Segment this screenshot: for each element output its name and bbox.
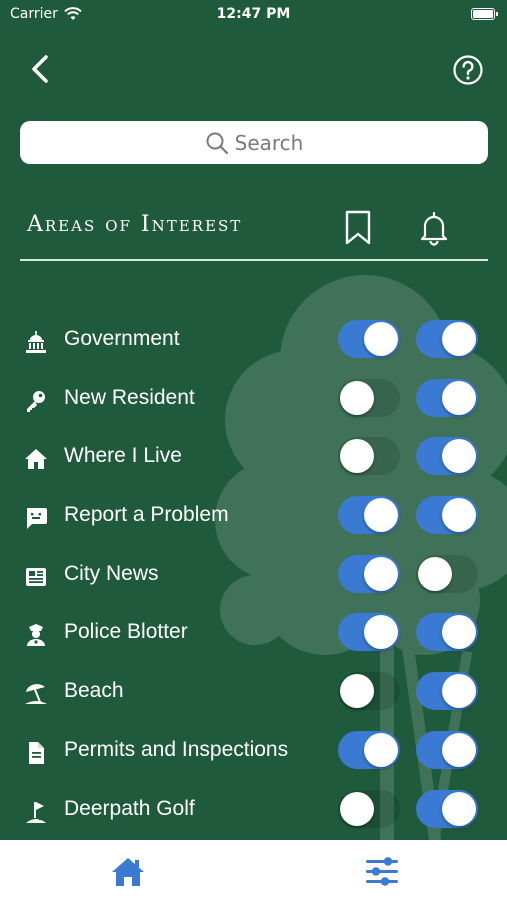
list-item-police-blotter: Police Blotter [0,604,507,663]
government-building-icon [26,331,46,353]
notify-toggle-beach[interactable] [416,672,478,711]
toggle-knob [442,380,476,415]
bookmark-toggle-where-i-live[interactable] [338,437,400,476]
list-item-report-a-problem: Report a Problem [0,487,507,546]
bookmark-toggle-city-news[interactable] [338,554,400,593]
toggle-knob [442,498,476,533]
chevron-left-icon [32,55,48,83]
toggle-knob [418,556,452,591]
toggle-knob [340,791,374,826]
toggle-knob [442,439,476,474]
list-item-city-news: City News [0,546,507,605]
document-icon [29,741,44,764]
notify-toggle-police-blotter[interactable] [416,613,478,652]
notify-toggle-city-news[interactable] [416,554,478,593]
notify-toggle-report-a-problem[interactable] [416,496,478,535]
home-icon [112,858,144,886]
status-time: 12:47 PM [216,6,291,22]
list-item-label: City News [64,561,159,585]
toggle-knob [340,380,374,415]
battery-icon [471,8,498,20]
bookmark-toggle-government[interactable] [338,320,400,358]
list-item-permits-and-inspections: Permits and Inspections [0,722,507,781]
section-divider [20,259,488,261]
list-item-government: Government [0,311,507,370]
house-icon [25,449,47,470]
bookmark-toggle-police-blotter[interactable] [338,613,400,652]
toggle-knob [364,732,398,767]
screen: Carrier 12:47 PM Search Areas of Interes… [0,0,507,900]
chat-alert-icon [27,508,47,530]
bookmark-toggle-beach[interactable] [338,672,400,711]
interests-list: Government New Resident Where I Live Rep… [0,311,507,839]
bell-icon [420,211,448,246]
help-button[interactable] [452,54,484,86]
bookmark-toggle-permits-and-inspections[interactable] [338,730,400,769]
list-item-label: Where I Live [64,444,182,468]
notify-toggle-deerpath-golf[interactable] [416,789,478,828]
list-item-beach: Beach [0,663,507,722]
list-item-label: Government [64,327,180,350]
bookmark-column-header [345,210,371,246]
back-button[interactable] [26,52,56,86]
search-input[interactable]: Search [20,121,488,164]
list-item-label: Police Blotter [64,620,188,644]
toggle-knob [364,498,398,533]
search-icon [206,132,228,155]
list-item-label: Deerpath Golf [64,796,195,820]
toggle-knob [340,439,374,474]
police-officer-icon [27,624,45,647]
list-item-label: New Resident [64,385,195,409]
toggle-knob [442,791,476,826]
bookmark-toggle-deerpath-golf[interactable] [338,789,400,828]
list-item-label: Beach [64,679,124,703]
notify-toggle-government[interactable] [416,320,478,358]
toggle-knob [442,674,476,709]
toggle-knob [442,732,476,767]
notify-column-header [418,210,450,246]
notify-toggle-new-resident[interactable] [416,378,478,417]
sliders-icon [366,857,398,886]
status-bar: Carrier 12:47 PM [0,0,507,30]
tab-home[interactable] [111,856,145,888]
section-title: Areas of Interest [27,212,243,237]
bottom-tab-bar [0,840,507,900]
beach-umbrella-icon [25,684,47,705]
bookmark-icon [345,210,371,245]
toggle-knob [364,615,398,650]
golf-flag-icon [26,801,46,823]
bookmark-toggle-new-resident[interactable] [338,378,400,417]
toggle-knob [442,322,476,356]
toggle-knob [364,322,398,356]
key-icon [27,390,45,412]
notify-toggle-permits-and-inspections[interactable] [416,730,478,769]
list-item-label: Report a Problem [64,503,229,527]
search-placeholder: Search [234,130,304,155]
tab-preferences[interactable] [364,854,400,888]
list-item-deerpath-golf: Deerpath Golf [0,781,507,840]
list-item-new-resident: New Resident [0,370,507,429]
toggle-knob [442,615,476,650]
bookmark-toggle-report-a-problem[interactable] [338,496,400,535]
newspaper-icon [26,567,46,586]
question-circle-icon [453,55,483,85]
list-item-where-i-live: Where I Live [0,428,507,487]
list-item-label: Permits and Inspections [64,737,289,761]
notify-toggle-where-i-live[interactable] [416,437,478,476]
toggle-knob [340,674,374,709]
toggle-knob [364,556,398,591]
